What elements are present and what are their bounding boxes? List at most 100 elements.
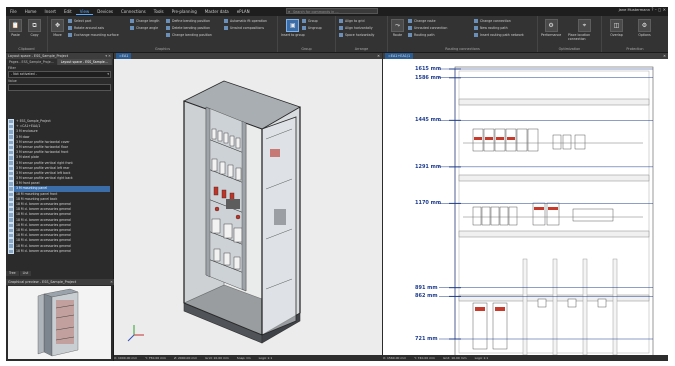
ribbon-group-routing: ⤳ Route Change route Unrouted connection… [388, 16, 538, 52]
graphical-preview [8, 286, 111, 359]
menu-connections[interactable]: Connections [117, 9, 150, 14]
dimension-label: 721 mm [415, 336, 438, 342]
ribbon-group-clipboard: 📋 Paste ⧉ Copy Clipboard [6, 16, 48, 52]
tab-list[interactable]: List [19, 271, 32, 276]
place-location-connection-button[interactable]: ⌖ Place location connection [568, 19, 601, 41]
delete-bending-position-button[interactable]: Delete bending position [166, 26, 210, 30]
axis-triad-icon [127, 325, 144, 342]
layout-space-tree: + ESS_Sample_Project + =CA1+EAA/1 3 M enc… [8, 119, 110, 265]
route-icon: ⤳ [391, 19, 404, 32]
select-part-button[interactable]: Select part [68, 19, 91, 23]
copy-button[interactable]: ⧉ Copy [28, 19, 41, 37]
navigator-bottom-tabs: Tree List [6, 271, 32, 276]
navigator-tabs: Pages - ESS_Sample_Proje... Layout space… [6, 59, 113, 65]
search-icon: ⌕ [288, 9, 291, 14]
change-length-button[interactable]: Change length [130, 19, 159, 23]
options-button[interactable]: ⚙ Options [638, 19, 651, 37]
route-button[interactable]: ⤳ Route [391, 19, 404, 37]
dimension-label: 862 mm [415, 293, 438, 300]
close-icon[interactable]: ✕ [110, 279, 113, 285]
exchange-mounting-surface-button[interactable]: Exchange mounting surface [68, 33, 119, 37]
ribbon-group-group: ▣ Insert to group Group Ungroup Group [278, 16, 336, 52]
3d-layout-view[interactable]: =EA1 ✕ X: 1000.00 mm Y: 750.00 mm Z: 200… [114, 53, 382, 361]
performance-button[interactable]: ⚙ Performance [541, 19, 561, 37]
value-input[interactable] [8, 84, 111, 91]
routing-path-button[interactable]: Routing path [408, 33, 434, 37]
paste-icon: 📋 [9, 19, 22, 32]
new-routing-path-button[interactable]: New routing path [474, 26, 508, 30]
unrouted-connection-button[interactable]: Unrouted connection [408, 26, 447, 30]
menu-edit[interactable]: Edit [60, 9, 76, 14]
location-icon: ⌖ [578, 19, 591, 32]
filter-select[interactable]: - Not activated - ▾ [8, 71, 111, 78]
space-horizontally-button[interactable]: Space horizontally [339, 33, 374, 37]
performance-icon: ⚙ [544, 19, 558, 32]
navigator-title: Layout space - ESS_Sample_Project [8, 54, 69, 58]
rotate-axis-button[interactable]: Rotate around axis [68, 26, 104, 30]
dimension-label: 891 mm [415, 284, 438, 291]
menu-master-data[interactable]: Master data [201, 9, 233, 14]
mounting-plate-drawing[interactable] [383, 59, 668, 355]
ribbon-group-protection: ◫ Overlap ⚙ Options Protection [602, 16, 668, 52]
2d-status-bar: X: 1560.00 mm Y: 740.00 mm Grid: 10.00 mm L… [383, 355, 668, 361]
overlap-button[interactable]: ◫ Overlap [610, 19, 623, 37]
dimension-label: 1586 mm [415, 74, 442, 81]
ribbon-group-label: Clipboard [18, 47, 35, 51]
menu-bar: File Home Insert Edit View Devices Conne… [6, 7, 668, 16]
group-button[interactable]: Group [302, 19, 318, 23]
unwind-compositions-button[interactable]: Unwind compositions [224, 26, 264, 30]
change-connection-button[interactable]: Change connection [474, 19, 511, 23]
align-horizontally-button[interactable]: Align horizontally [339, 26, 373, 30]
menu-home[interactable]: Home [21, 9, 41, 14]
enclosure-3d-model[interactable] [114, 59, 382, 355]
copy-icon: ⧉ [28, 19, 41, 32]
chevron-down-icon: ▾ [107, 72, 109, 76]
menu-eplan[interactable]: ePLAN [233, 9, 254, 14]
dimension-label: 1291 mm [415, 163, 442, 170]
change-angle-button[interactable]: Change angle [130, 26, 158, 30]
tab-tree[interactable]: Tree [6, 271, 19, 276]
change-bending-position-button[interactable]: Change bending position [166, 33, 212, 37]
close-icon[interactable]: ▾ ✕ [105, 53, 111, 59]
overlap-icon: ◫ [610, 19, 623, 32]
menu-view[interactable]: View [75, 9, 94, 15]
paste-button[interactable]: 📋 Paste [9, 19, 22, 37]
window-controls[interactable]: ? – ◻ ✕ [651, 7, 666, 12]
menu-tools[interactable]: Tools [150, 9, 168, 14]
graphical-preview-title: Graphical preview - ESS_Sample_Project [8, 280, 77, 284]
navigator-title-bar: Layout space - ESS_Sample_Project ▾ ✕ [6, 53, 113, 59]
ribbon-group-arrange: Align to grid Align horizontally Space h… [336, 16, 388, 52]
cabinet-preview-image [37, 288, 79, 357]
align-grid-button[interactable]: Align to grid [339, 19, 364, 23]
tree-item-label: 18 M cl. bearer accessories general [16, 248, 71, 253]
menu-file[interactable]: File [6, 9, 21, 14]
component-icon [8, 248, 14, 254]
change-route-button[interactable]: Change route [408, 19, 436, 23]
tab-layout-space[interactable]: Layout space - ESS_Sample... [57, 59, 112, 65]
group-insert-icon: ▣ [286, 19, 300, 32]
define-bending-position-button[interactable]: Define bending position [166, 19, 210, 23]
menu-insert[interactable]: Insert [41, 9, 60, 14]
gear-icon: ⚙ [638, 19, 651, 32]
ribbon: 📋 Paste ⧉ Copy Clipboard ✥ Move Select p… [6, 16, 668, 53]
dimension-label: 1615 mm [415, 66, 442, 72]
2d-layout-view[interactable]: =EA1+EA1/1 ✕ 1615 mm 1586 mm 1445 mm 129… [383, 53, 668, 361]
3d-status-bar: X: 1000.00 mm Y: 750.00 mm Z: 2000.00 mm Gr… [114, 355, 382, 361]
command-search-input[interactable]: ⌕ Search for commands in ... [286, 8, 378, 14]
automatic-fit-button[interactable]: Automatic fit operation [224, 19, 267, 23]
move-button[interactable]: ✥ Move [51, 19, 64, 37]
graphical-preview-title-bar: Graphical preview - ESS_Sample_Project ✕ [6, 279, 115, 285]
dimension-label: 1170 mm [415, 200, 442, 207]
ribbon-group-optimization: ⚙ Performance ⌖ Place location connectio… [538, 16, 602, 52]
search-placeholder: Search for commands in ... [293, 10, 339, 14]
menu-devices[interactable]: Devices [93, 9, 117, 14]
tree-item[interactable]: 18 M cl. bearer accessories general [8, 248, 110, 254]
eplan-application-window: File Home Insert Edit View Devices Conne… [6, 7, 668, 361]
ungroup-button[interactable]: Ungroup [302, 26, 322, 30]
tab-pages[interactable]: Pages - ESS_Sample_Proje... [6, 59, 58, 65]
move-icon: ✥ [51, 19, 64, 32]
user-name[interactable]: Jane Mustermann [619, 8, 650, 12]
menu-pre-planning[interactable]: Pre-planning [168, 9, 201, 14]
dimension-label: 1445 mm [415, 117, 442, 124]
insert-routing-path-network-button[interactable]: Insert routing path network [474, 33, 524, 37]
